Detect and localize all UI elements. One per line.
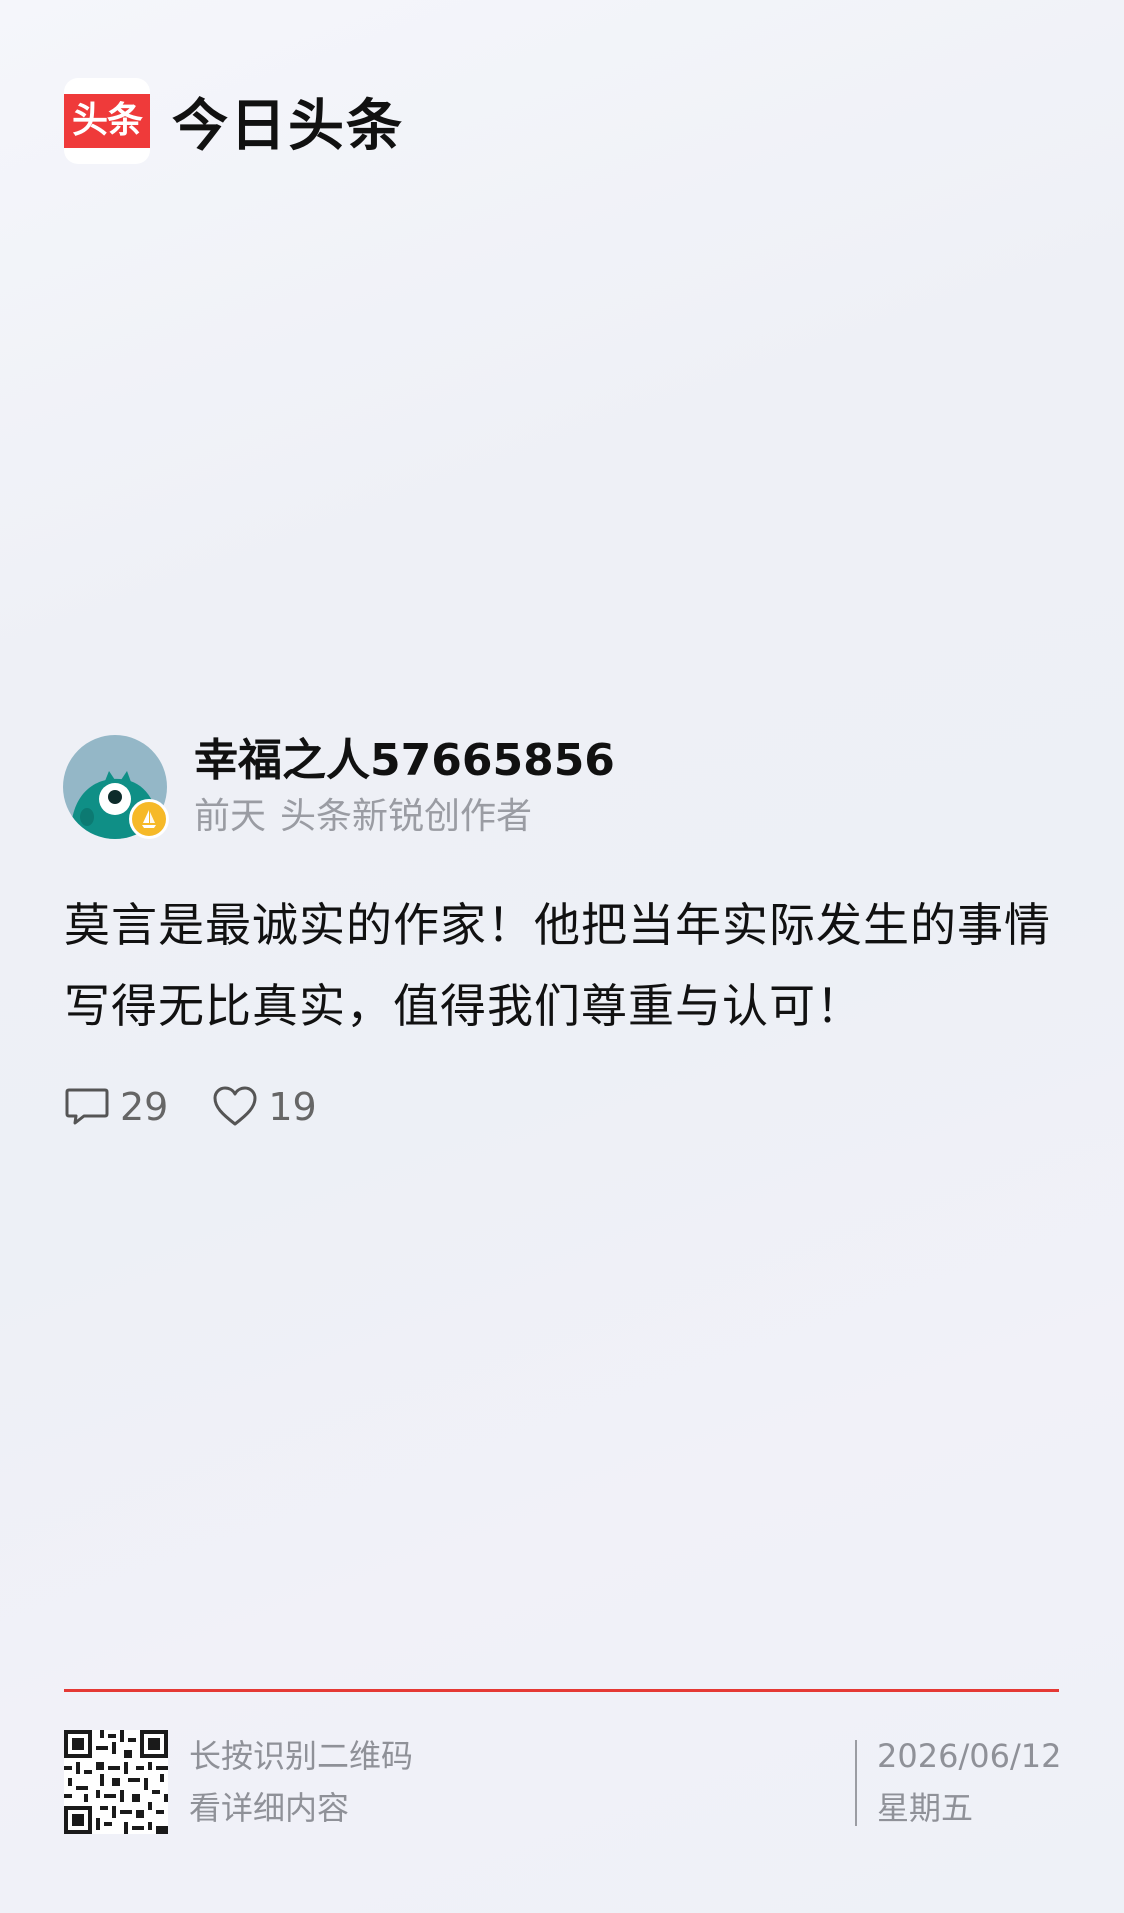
share-weekday: 星期五 (877, 1789, 974, 1827)
heart-icon (213, 1086, 257, 1126)
author-title: 头条新锐创作者 (280, 796, 533, 837)
comment-count: 29 (120, 1085, 169, 1129)
creator-badge-icon (129, 799, 169, 839)
qr-line-2: 看详细内容 (189, 1789, 350, 1827)
share-date: 2026/06/12 (877, 1737, 1062, 1775)
like-count: 19 (268, 1085, 317, 1129)
share-footer: 长按识别二维码 看详细内容 2026/06/12 星期五 (64, 1730, 1061, 1838)
qr-instructions: 长按识别二维码 看详细内容 (189, 1730, 413, 1834)
app-brand: 头条 今日头条 (64, 78, 404, 164)
like-stat[interactable]: 19 (212, 1085, 317, 1129)
qr-code[interactable] (64, 1730, 168, 1834)
qr-line-1: 长按识别二维码 (189, 1737, 414, 1775)
date-block: 2026/06/12 星期五 (877, 1730, 1061, 1834)
comment-icon (65, 1088, 109, 1125)
footer-separator (855, 1740, 857, 1826)
app-name: 今日头条 (172, 93, 404, 159)
comment-stat[interactable]: 29 (64, 1085, 168, 1129)
post-content: 莫言是最诚实的作家！他把当年实际发生的事情写得无比真实，值得我们尊重与认可！ (64, 898, 1051, 1033)
post-stats: 29 19 (64, 1085, 361, 1129)
toutiao-logo: 头条 (64, 78, 150, 164)
avatar[interactable] (63, 735, 169, 839)
author-name[interactable]: 幸福之人57665856 (194, 733, 615, 789)
logo-text: 头条 (64, 94, 150, 148)
footer-divider (64, 1689, 1059, 1692)
author-header: 幸福之人57665856 前天 头条新锐创作者 (63, 733, 615, 841)
author-subtitle: 前天 头条新锐创作者 (194, 793, 615, 841)
author-meta: 幸福之人57665856 前天 头条新锐创作者 (194, 733, 615, 841)
post-time: 前天 (194, 796, 267, 837)
